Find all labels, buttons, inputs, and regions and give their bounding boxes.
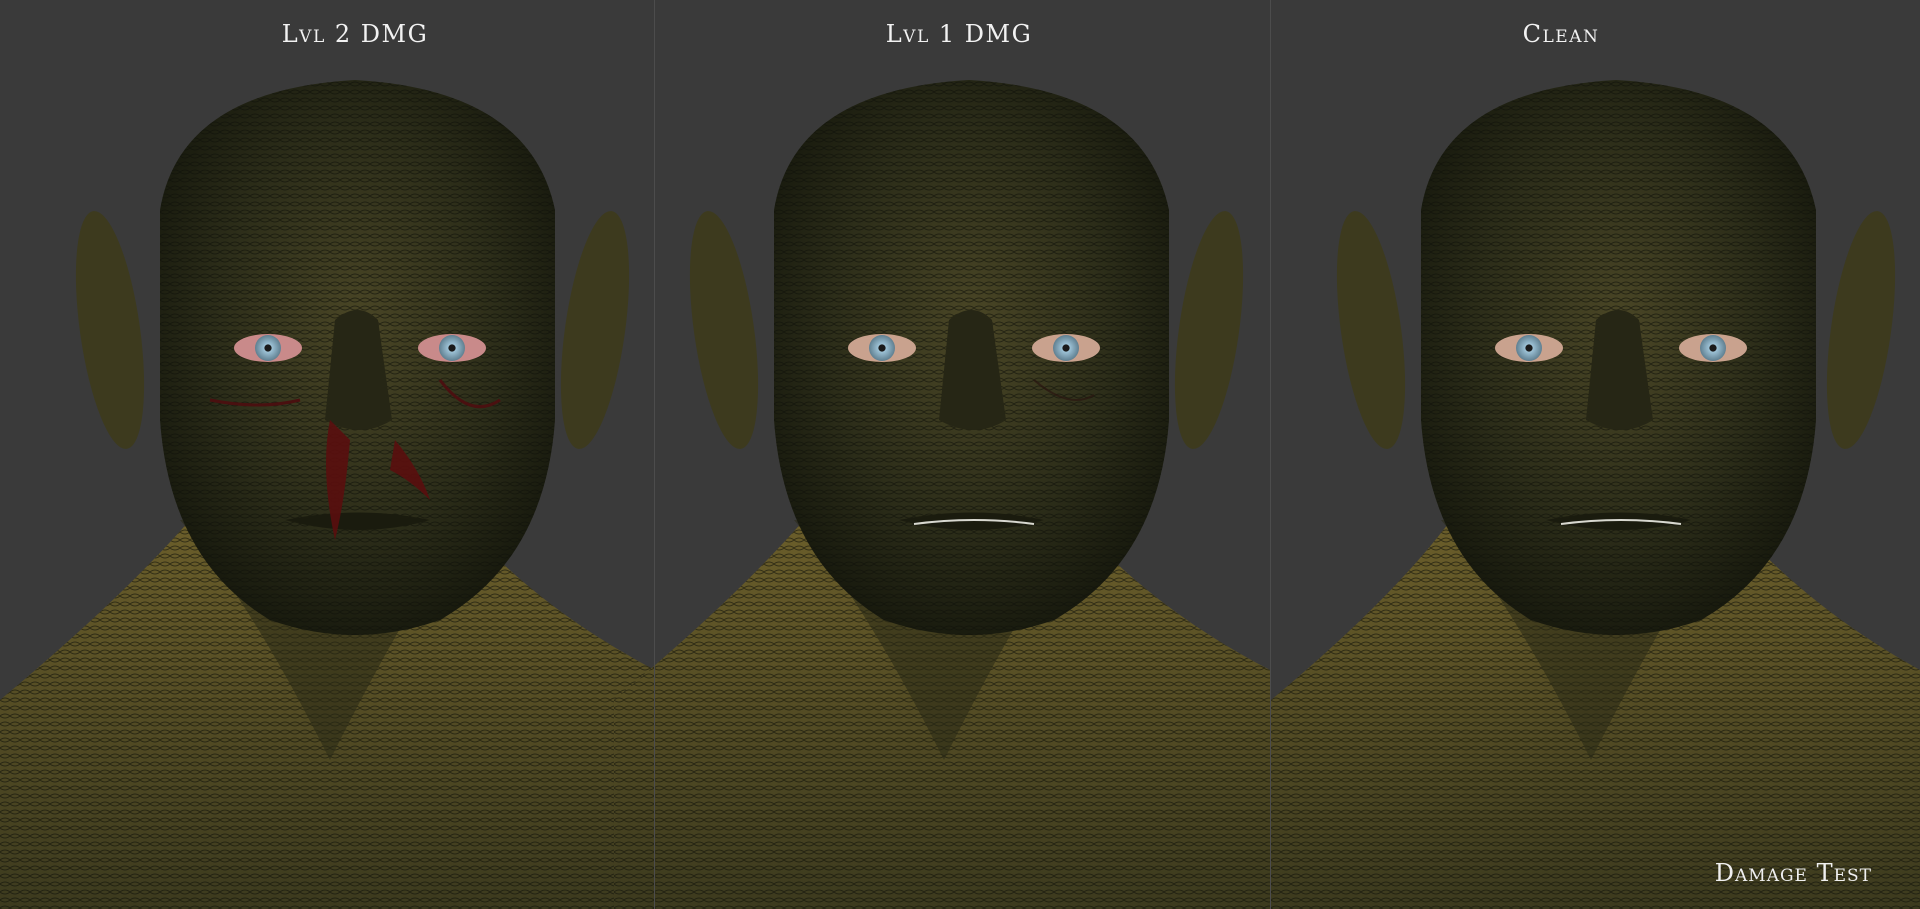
head-render-clean — [1271, 80, 1920, 909]
panel-caption-lvl1: Lvl 1 DMG — [885, 20, 1033, 48]
damage-test-watermark: Damage Test — [1714, 859, 1872, 887]
panel-clean: Clean Damage Test — [1271, 0, 1920, 909]
panel-lvl2-damage: Lvl 2 DMG — [0, 0, 655, 909]
panel-caption-clean: Clean — [1522, 20, 1600, 48]
head-render-lvl2 — [0, 80, 655, 909]
panel-divider-right — [1270, 0, 1271, 909]
head-render-lvl1 — [614, 80, 1270, 909]
render-canvas: Lvl 2 DMG Lvl 1 DMG Clean Damage Test — [0, 0, 1920, 909]
panel-divider-left — [654, 0, 655, 909]
panel-lvl1-damage: Lvl 1 DMG — [614, 0, 1270, 909]
panel-caption-lvl2: Lvl 2 DMG — [281, 20, 429, 48]
